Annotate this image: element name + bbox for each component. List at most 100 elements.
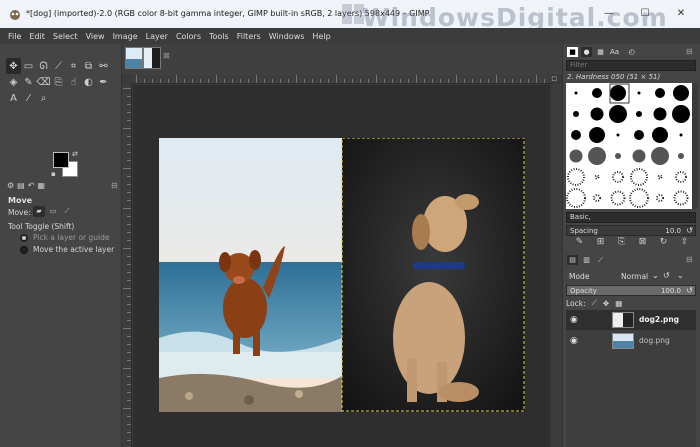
swap-colors-icon[interactable]: ⇄ [72, 150, 78, 158]
brushes-tab-icon[interactable]: ● [581, 47, 592, 57]
move-layer-mode-icon[interactable]: ▰ [33, 206, 45, 217]
warp-icon[interactable]: ⚯ [96, 58, 111, 74]
pick-layer-radio[interactable] [20, 233, 28, 242]
brush-preview[interactable] [616, 133, 620, 137]
brush-preview[interactable] [652, 127, 668, 143]
lock-alpha-icon[interactable]: ▦ [615, 299, 622, 308]
lock-position-icon[interactable]: ✥ [603, 299, 609, 308]
image-tab-thumb-1[interactable] [125, 47, 143, 69]
brush-preview[interactable] [594, 174, 600, 180]
layer-name[interactable]: dog.png [639, 336, 670, 345]
menu-tools[interactable]: Tools [209, 32, 229, 41]
brush-scrollbar[interactable] [692, 83, 698, 209]
close-image-tab-icon[interactable]: ⊠ [163, 51, 170, 60]
brush-preview[interactable] [610, 85, 626, 101]
brush-preview[interactable] [610, 190, 626, 206]
mode-composite-icon[interactable]: ⌄ [677, 271, 684, 280]
horizontal-ruler[interactable] [132, 74, 552, 84]
layer-row[interactable]: ◉ dog2.png [566, 310, 696, 330]
brush-preview[interactable] [630, 168, 648, 186]
brush-preview[interactable] [637, 91, 641, 95]
channels-tab-icon[interactable]: ▥ [581, 255, 592, 265]
brush-preview[interactable] [588, 147, 606, 165]
move-active-option[interactable]: Move the active layer [20, 245, 114, 254]
menu-view[interactable]: View [86, 32, 105, 41]
fg-color-tab-icon[interactable]: ■ [567, 47, 578, 57]
brush-preview[interactable] [675, 171, 687, 183]
brush-preview[interactable] [678, 153, 684, 159]
open-brush-icon[interactable]: ⇪ [674, 237, 695, 247]
new-brush-icon[interactable]: ⊞ [590, 237, 611, 247]
layer-mode-row[interactable]: Mode Normal ⌄ ↺ ⌄ [567, 270, 697, 283]
move-active-radio[interactable] [20, 245, 28, 254]
brush-tag-input[interactable]: Basic, [566, 212, 696, 223]
eraser-icon[interactable]: ⌫ [36, 74, 51, 90]
dodge-burn-icon[interactable]: ◐ [81, 74, 96, 90]
brush-preview[interactable] [653, 107, 667, 121]
menu-select[interactable]: Select [53, 32, 78, 41]
foreground-color[interactable] [53, 152, 69, 168]
brush-preview[interactable] [571, 130, 581, 140]
move-icon[interactable]: ✥ [6, 58, 21, 74]
paintbrush-icon[interactable]: ✎ [21, 74, 36, 90]
brush-preview[interactable] [589, 127, 605, 143]
spacing-reset-icon[interactable]: ↺ [686, 226, 693, 235]
brush-preview[interactable] [673, 190, 689, 206]
brush-preview[interactable] [569, 149, 583, 163]
menu-image[interactable]: Image [113, 32, 138, 41]
brush-preview[interactable] [590, 107, 604, 121]
menu-filters[interactable]: Filters [237, 32, 261, 41]
vertical-scrollbar[interactable] [552, 84, 562, 447]
brush-preview[interactable] [567, 168, 585, 186]
pick-layer-option[interactable]: Pick a layer or guide [20, 233, 110, 242]
brush-preview[interactable] [573, 111, 579, 117]
mode-reset-icon[interactable]: ↺ [663, 271, 670, 280]
close-button[interactable]: ✕ [663, 0, 699, 28]
menu-edit[interactable]: Edit [29, 32, 45, 41]
opacity-slider[interactable]: Opacity 100.0 ↺ [566, 285, 696, 296]
clone-icon[interactable]: ⎘ [51, 74, 66, 90]
color-picker-icon[interactable]: ⁄ [21, 90, 36, 106]
device-status-tab-icon[interactable]: ▤ [17, 181, 25, 190]
bucket-fill-icon[interactable]: ◈ [6, 74, 21, 90]
refresh-brushes-icon[interactable]: ↻ [653, 237, 674, 247]
smudge-icon[interactable]: ☝ [66, 74, 81, 90]
crop-icon[interactable]: ⌗ [66, 58, 81, 74]
move-path-mode-icon[interactable]: ⟋ [61, 206, 73, 217]
brush-preview[interactable] [609, 105, 627, 123]
undo-history-tab-icon[interactable]: ↶ [28, 181, 35, 190]
move-selection-mode-icon[interactable]: ▭ [47, 206, 59, 217]
patterns-tab-icon[interactable]: ▦ [595, 47, 606, 57]
mode-dropdown-icon[interactable]: ⌄ [652, 271, 659, 280]
brush-dock-menu-icon[interactable]: ⊟ [686, 47, 693, 56]
image-canvas[interactable] [159, 138, 525, 412]
tool-options-tab-icon[interactable]: ⚙ [7, 181, 14, 190]
dock-menu-icon[interactable]: ⊟ [111, 181, 118, 190]
menu-file[interactable]: File [8, 32, 21, 41]
brush-preview[interactable] [629, 188, 649, 208]
brush-preview[interactable] [593, 194, 601, 202]
visibility-eye-icon[interactable]: ◉ [570, 336, 578, 346]
path-icon[interactable]: ✒ [96, 74, 111, 90]
images-tab-icon[interactable]: ▦ [37, 181, 45, 190]
brush-preview[interactable] [566, 188, 586, 208]
fonts-tab-icon[interactable]: Aa [609, 47, 620, 57]
layer-name[interactable]: dog2.png [639, 315, 679, 324]
duplicate-brush-icon[interactable]: ⎘ [611, 237, 632, 247]
layers-tab-icon[interactable]: ▤ [567, 255, 578, 265]
edit-brush-icon[interactable]: ✎ [569, 237, 590, 247]
layers-dock-menu-icon[interactable]: ⊟ [686, 255, 693, 264]
document-history-tab-icon[interactable]: ◴ [626, 47, 637, 57]
brush-preview[interactable] [636, 111, 642, 117]
zoom-icon[interactable]: ⌕ [36, 90, 51, 106]
delete-brush-icon[interactable]: ⊠ [632, 237, 653, 247]
maximize-button[interactable]: ☐ [627, 0, 663, 28]
menu-colors[interactable]: Colors [176, 32, 201, 41]
paths-tab-icon[interactable]: ⟋ [595, 255, 606, 265]
brush-preview[interactable] [655, 88, 665, 98]
unified-transform-icon[interactable]: ⧉ [81, 58, 96, 74]
opacity-reset-icon[interactable]: ↺ [686, 286, 693, 295]
brush-preview[interactable] [672, 105, 690, 123]
brush-filter-input[interactable]: Filter [566, 60, 696, 71]
image-tab-thumb-2[interactable] [143, 47, 161, 69]
